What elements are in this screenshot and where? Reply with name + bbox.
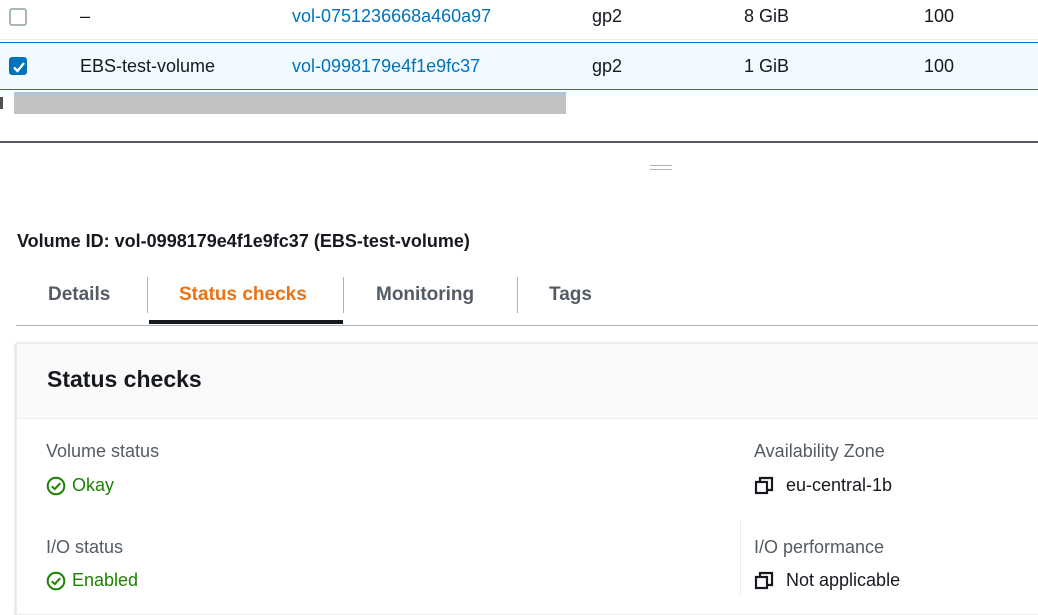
scroll-left-arrow[interactable] [0,97,3,109]
volume-name: – [80,6,91,26]
container-title: Status checks [47,366,202,392]
availability-zone-label: Availability Zone [754,441,885,461]
io-status-text: Enabled [72,570,139,590]
scrollbar-thumb[interactable] [14,92,566,114]
volume-size: 8 GiB [744,6,790,26]
tab-tags[interactable]: Tags [549,266,592,323]
tab-status-checks[interactable]: Status checks [179,266,307,323]
io-performance-label: I/O performance [754,537,885,557]
tab-divider [517,277,518,313]
table-row[interactable]: – vol-0751236668a460a97 gp2 8 GiB 100 [0,0,1038,40]
tab-divider [147,277,148,313]
tab-bar: Details Status checks Monitoring Tags [16,266,1038,326]
tab-details[interactable]: Details [48,266,110,323]
resize-handle-icon[interactable] [650,165,672,171]
volume-type: gp2 [592,55,623,76]
detail-title: Volume ID: vol-0998179e4f1e9fc37 (EBS-te… [17,231,470,251]
availability-zone-value: eu-central-1b [754,475,892,496]
column-divider [740,520,741,596]
volume-type: gp2 [592,6,623,26]
volume-id-link[interactable]: vol-0998179e4f1e9fc37 [292,43,480,89]
check-circle-icon [46,476,66,495]
io-performance-value: Not applicable [754,570,900,591]
container-header: Status checks [17,344,1038,419]
row-checkbox[interactable] [9,57,27,75]
copy-icon[interactable] [754,476,774,496]
volume-id-link[interactable]: vol-0751236668a460a97 [292,0,491,39]
io-performance-text: Not applicable [786,570,901,590]
volume-iops: 100 [924,6,955,26]
tab-divider [343,277,344,313]
copy-icon[interactable] [754,571,774,591]
check-circle-icon [46,571,66,590]
volume-iops: 100 [924,55,955,76]
volume-status-value: Okay [46,475,114,496]
table-row[interactable]: EBS-test-volume vol-0998179e4f1e9fc37 gp… [0,42,1038,90]
split-panel-divider [0,141,1038,143]
volume-name: EBS-test-volume [80,55,216,76]
tab-monitoring[interactable]: Monitoring [376,266,474,323]
row-checkbox[interactable] [9,7,27,26]
availability-zone-text: eu-central-1b [786,475,893,495]
io-status-value: Enabled [46,570,138,591]
volume-status-text: Okay [72,475,115,495]
io-status-label: I/O status [46,537,124,557]
active-tab-indicator [149,320,343,324]
checkbox-checked-icon [13,62,25,73]
volume-status-label: Volume status [46,441,160,461]
volume-size: 1 GiB [744,55,790,76]
